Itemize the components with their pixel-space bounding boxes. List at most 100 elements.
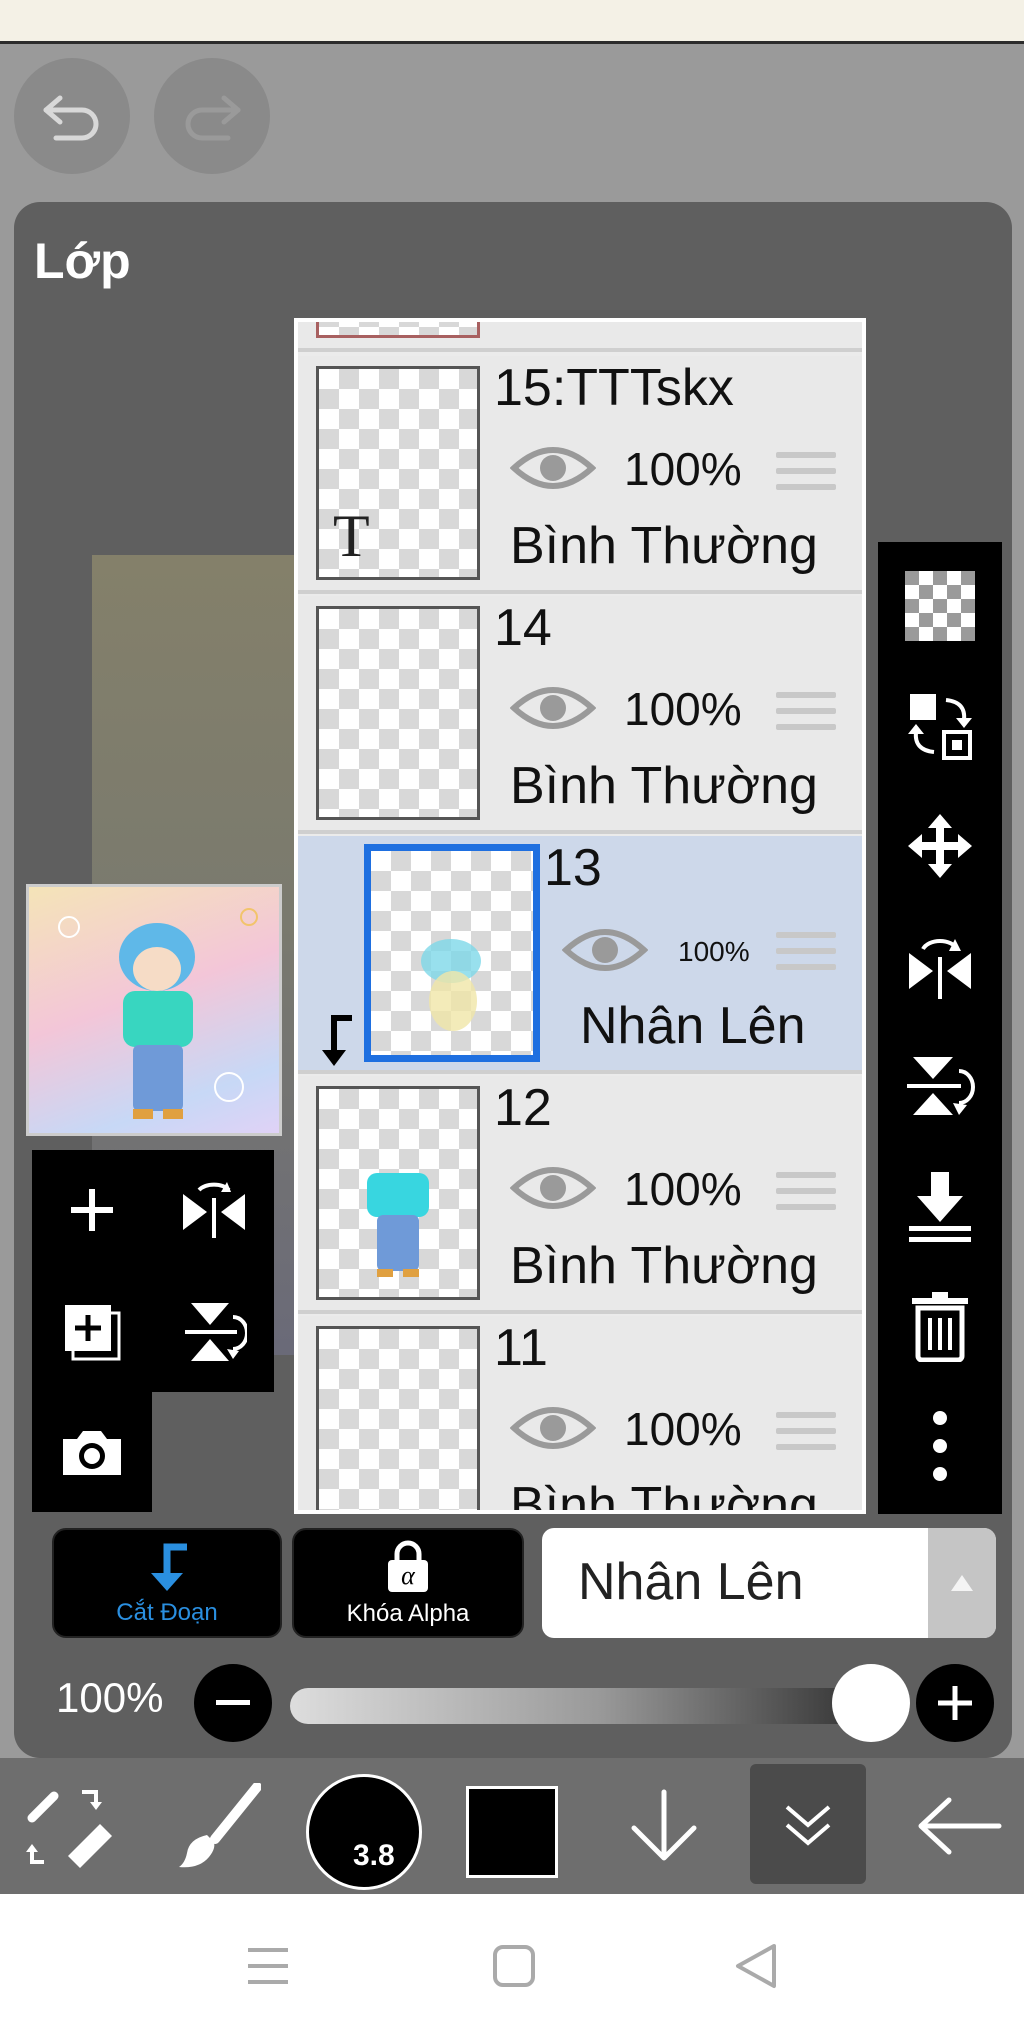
copy-layer-icon xyxy=(65,1305,121,1361)
layer-name: 14 xyxy=(494,599,552,657)
visibility-eye-icon[interactable] xyxy=(510,1160,596,1216)
layer-opacity: 100% xyxy=(624,1403,742,1455)
layer-thumbnail xyxy=(316,1326,480,1510)
opacity-decrease-button[interactable] xyxy=(194,1664,272,1742)
drag-handle-icon[interactable] xyxy=(776,1412,836,1460)
panel-title: Lớp xyxy=(34,233,131,289)
color-swatch[interactable] xyxy=(466,1786,558,1878)
flip-horizontal-icon xyxy=(909,938,971,999)
lock-icon: α xyxy=(388,1540,428,1592)
copy-layer-button[interactable] xyxy=(32,1272,152,1392)
move-icon xyxy=(908,814,972,878)
layer-row-14[interactable]: 14 100% Bình Thường xyxy=(298,596,862,834)
drag-handle-icon[interactable] xyxy=(776,452,836,500)
visibility-eye-icon[interactable] xyxy=(510,680,596,736)
add-layer-button[interactable] xyxy=(32,1150,152,1270)
drag-handle-icon[interactable] xyxy=(776,932,836,980)
brush-icon xyxy=(179,1783,261,1868)
move-button[interactable] xyxy=(878,786,1002,906)
flip-vertical-button[interactable] xyxy=(878,1026,1002,1146)
menu-icon xyxy=(248,1948,288,1984)
layer-row-13[interactable]: 13 100% Nhân Lên xyxy=(298,836,862,1074)
flip-vertical-icon xyxy=(185,1303,247,1361)
arrow-left-icon xyxy=(918,1797,1002,1855)
layer-down-button[interactable] xyxy=(614,1768,714,1884)
flip-vertical-icon xyxy=(907,1057,975,1115)
tool-switch-button[interactable] xyxy=(20,1768,120,1884)
layer-blend-mode: Nhân Lên xyxy=(580,997,806,1055)
clipping-arrow-icon xyxy=(322,1015,352,1066)
alpha-lock-button[interactable]: α Khóa Alpha xyxy=(292,1528,524,1638)
undo-icon xyxy=(43,95,99,141)
merge-down-button[interactable] xyxy=(878,1146,1002,1266)
home-button[interactable] xyxy=(492,1944,536,1988)
alpha-symbol: α xyxy=(401,1561,416,1590)
drag-handle-icon[interactable] xyxy=(776,1172,836,1220)
side-toolbar xyxy=(878,542,1002,1514)
layer-name: 15:TTTskx xyxy=(494,359,734,417)
clipping-label: Cắt Đoạn xyxy=(116,1599,218,1626)
brush-button[interactable] xyxy=(168,1768,268,1884)
camera-button[interactable] xyxy=(32,1392,152,1512)
redo-button[interactable] xyxy=(154,58,270,174)
layer-list: T 15:TTTskx 100% Bình Thường 14 100% Bìn… xyxy=(294,318,866,1514)
layer-opacity: 100% xyxy=(624,1163,742,1215)
layer-name: 13 xyxy=(544,839,602,897)
double-chevron-down-icon xyxy=(785,1805,831,1846)
opacity-slider-knob[interactable] xyxy=(832,1664,910,1742)
plus-icon xyxy=(71,1189,113,1231)
layer-art xyxy=(421,939,481,1031)
visibility-eye-icon[interactable] xyxy=(562,922,648,978)
blend-mode-select[interactable]: Nhân Lên xyxy=(542,1528,996,1638)
layer-blend-mode: Bình Thường xyxy=(510,757,818,815)
back-button[interactable] xyxy=(904,1768,1014,1884)
flip-horizontal-button[interactable] xyxy=(878,906,1002,1026)
top-strip xyxy=(0,0,1024,44)
layer-thumbnail xyxy=(316,1086,480,1300)
layer-thumbnail xyxy=(316,606,480,820)
checkerboard-icon xyxy=(905,571,975,641)
layer-row-partial xyxy=(298,322,862,352)
flip-horizontal-icon xyxy=(183,1182,245,1238)
swap-button[interactable] xyxy=(878,666,1002,786)
canvas-thumbnail[interactable] xyxy=(26,884,282,1136)
layer-thumbnail: T xyxy=(316,366,480,580)
more-vertical-icon xyxy=(933,1411,947,1481)
layer-panel-toggle-button[interactable] xyxy=(750,1764,866,1884)
layer-opacity: 100% xyxy=(624,683,742,735)
layer-blend-mode: Bình Thường xyxy=(510,1477,818,1514)
layer-thumbnail xyxy=(316,322,480,338)
brush-eraser-switch-icon xyxy=(26,1790,112,1868)
brush-size-button[interactable]: 3.8 xyxy=(306,1774,422,1890)
square-icon xyxy=(493,1945,535,1987)
layer-row-11[interactable]: 11 100% Bình Thường xyxy=(298,1316,862,1514)
swap-icon xyxy=(908,694,972,760)
opacity-increase-button[interactable] xyxy=(916,1664,994,1742)
flip-vertical-button[interactable] xyxy=(154,1272,274,1392)
recent-apps-button[interactable] xyxy=(246,1944,290,1988)
alpha-lock-label: Khóa Alpha xyxy=(346,1600,470,1627)
layer-thumbnail xyxy=(364,844,540,1062)
layer-name: 11 xyxy=(494,1319,548,1377)
more-options-button[interactable] xyxy=(878,1386,1002,1506)
drag-handle-icon[interactable] xyxy=(776,692,836,740)
minus-icon xyxy=(216,1700,250,1705)
layer-row-15[interactable]: T 15:TTTskx 100% Bình Thường xyxy=(298,356,862,594)
dropdown-arrow[interactable] xyxy=(928,1528,996,1638)
layer-blend-mode: Bình Thường xyxy=(510,517,818,575)
system-back-button[interactable] xyxy=(734,1942,778,1990)
clipping-button[interactable]: Cắt Đoạn xyxy=(52,1528,282,1638)
text-layer-glyph: T xyxy=(333,503,370,569)
undo-button[interactable] xyxy=(14,58,130,174)
layer-row-12[interactable]: 12 100% Bình Thường xyxy=(298,1076,862,1314)
visibility-eye-icon[interactable] xyxy=(510,1400,596,1456)
layer-art xyxy=(367,1173,429,1277)
transparency-button[interactable] xyxy=(878,546,1002,666)
brush-size-value: 3.8 xyxy=(353,1839,395,1872)
opacity-slider[interactable] xyxy=(290,1688,910,1724)
merge-down-icon xyxy=(909,1172,971,1242)
blend-mode-value: Nhân Lên xyxy=(578,1553,804,1611)
delete-layer-button[interactable] xyxy=(878,1266,1002,1386)
flip-horizontal-button[interactable] xyxy=(154,1150,274,1270)
visibility-eye-icon[interactable] xyxy=(510,440,596,496)
